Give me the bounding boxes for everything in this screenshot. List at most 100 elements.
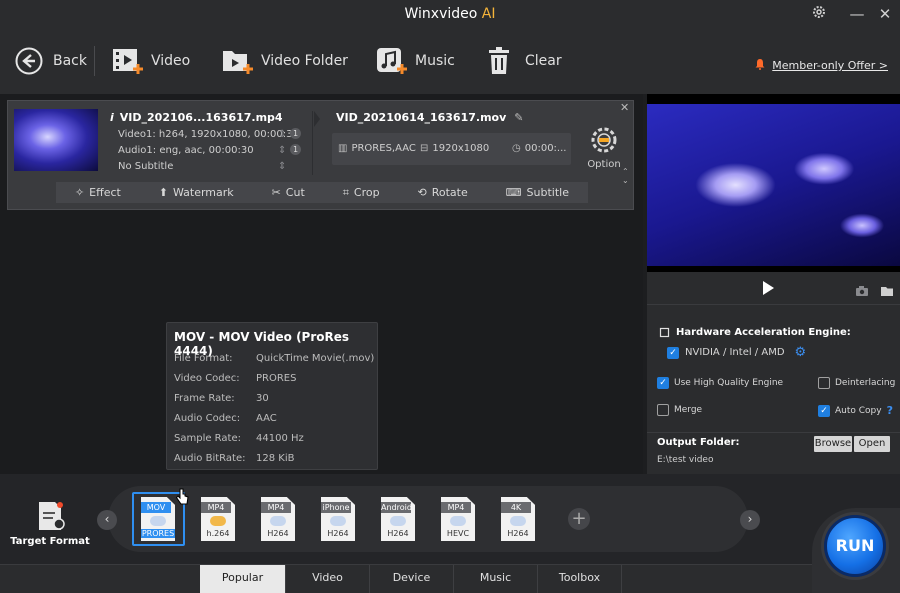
clock-icon: ◷ xyxy=(512,143,521,154)
format-4k-h264[interactable]: 4K H264 xyxy=(501,497,535,541)
hw-accel-checkbox[interactable]: ✓ xyxy=(667,346,679,359)
chip-icon xyxy=(659,323,670,342)
output-file-row: VID_20210614_163617.mov ✎ xyxy=(336,111,523,124)
help-icon[interactable]: ? xyxy=(887,404,893,417)
info-icon[interactable]: i xyxy=(110,111,114,124)
snapshot-camera-icon[interactable] xyxy=(855,282,869,301)
member-offer-text: Member-only Offer > xyxy=(772,59,888,72)
cut-button[interactable]: ✂ Cut xyxy=(272,186,305,199)
deinterlacing-option[interactable]: Deinterlacing xyxy=(818,377,895,389)
browse-button[interactable]: Browse xyxy=(814,436,852,452)
add-video-folder-button[interactable]: Video Folder xyxy=(222,44,348,78)
option-button[interactable]: Option xyxy=(586,125,622,170)
format-android-h264[interactable]: Android H264 xyxy=(381,497,415,541)
rename-pencil-icon[interactable]: ✎ xyxy=(514,111,523,124)
video-track-spinner-icon[interactable]: ⇕ xyxy=(278,129,286,140)
high-quality-option[interactable]: ✓ Use High Quality Engine xyxy=(657,377,783,389)
subtitle-track-spinner-icon[interactable]: ⇕ xyxy=(278,161,286,172)
video-track-info[interactable]: Video1: h264, 1920x1080, 00:00:30 xyxy=(118,129,299,140)
back-button[interactable]: Back xyxy=(14,44,87,78)
add-format-plus-icon[interactable]: + xyxy=(568,508,590,530)
tab-popular[interactable]: Popular xyxy=(200,565,286,593)
rotate-button[interactable]: ⟲ Rotate xyxy=(418,186,468,199)
auto-copy-label: Auto Copy xyxy=(835,405,882,416)
expand-chevron-icon[interactable]: ⌃ ⌄ xyxy=(622,167,629,185)
merge-option[interactable]: Merge xyxy=(657,404,702,416)
watermark-button[interactable]: ⬆ Watermark xyxy=(159,186,234,199)
add-video-button[interactable]: Video xyxy=(112,44,190,78)
cut-label: Cut xyxy=(285,186,305,199)
tab-device[interactable]: Device xyxy=(370,565,454,593)
format-mp4-h264-2[interactable]: MP4 H264 xyxy=(261,497,295,541)
music-label: Music xyxy=(415,53,455,69)
close-button[interactable]: ✕ xyxy=(874,4,896,24)
auto-copy-checkbox[interactable]: ✓ xyxy=(818,404,830,417)
format-prev-arrow-icon[interactable]: ‹ xyxy=(97,510,117,530)
format-sub: H264 xyxy=(507,529,529,538)
run-button[interactable]: RUN xyxy=(824,515,886,577)
app-title-ai: AI xyxy=(481,6,496,22)
format-mov-prores[interactable]: MOV PRORES xyxy=(141,497,175,541)
player-controls xyxy=(647,272,900,304)
film-strip-icon: ▥ xyxy=(338,143,348,154)
output-folder-path[interactable]: E:\test video xyxy=(657,455,713,465)
tabs-spacer xyxy=(0,565,200,593)
format-tag: MP4 xyxy=(201,502,231,513)
tooltip-key: Sample Rate: xyxy=(174,433,241,444)
target-format-button[interactable]: Target Format xyxy=(10,500,90,547)
auto-copy-option[interactable]: ✓ Auto Copy ? xyxy=(818,404,893,417)
subtitle-label: Subtitle xyxy=(526,186,569,199)
add-music-button[interactable]: Music xyxy=(376,44,455,78)
subtitle-button[interactable]: ⌨ Subtitle xyxy=(506,186,569,199)
back-label: Back xyxy=(53,53,87,69)
hw-accel-title: Hardware Acceleration Engine: xyxy=(676,327,851,338)
preview-frame xyxy=(647,104,900,266)
category-tabs: Popular Video Device Music Toolbox xyxy=(0,564,900,593)
subtitle-track-info[interactable]: No Subtitle xyxy=(118,161,173,172)
codec-gear-icon xyxy=(586,125,622,159)
audio-track-info[interactable]: Audio1: eng, aac, 00:00:30 xyxy=(118,145,254,156)
tooltip-row: Audio Codec: AAC xyxy=(174,413,277,424)
tooltip-value: 44100 Hz xyxy=(256,433,304,444)
format-next-arrow-icon[interactable]: › xyxy=(740,510,760,530)
snapshot-folder-icon[interactable] xyxy=(880,282,894,301)
remove-file-close-icon[interactable]: ✕ xyxy=(620,101,629,114)
minimize-button[interactable]: — xyxy=(846,4,868,24)
output-duration: ◷ 00:00:... xyxy=(512,143,566,154)
tab-music[interactable]: Music xyxy=(454,565,538,593)
crop-label: Crop xyxy=(353,186,380,199)
settings-gear-icon[interactable] xyxy=(808,4,830,24)
clear-button[interactable]: Clear xyxy=(486,44,562,78)
deinterlacing-checkbox[interactable] xyxy=(818,377,830,389)
hw-accel-option[interactable]: ✓ NVIDIA / Intel / AMD ⚙ xyxy=(667,345,806,360)
high-quality-checkbox[interactable]: ✓ xyxy=(657,377,669,389)
crop-button[interactable]: ⌗ Crop xyxy=(343,186,380,200)
member-offer-link[interactable]: Member-only Offer > xyxy=(754,58,888,73)
effect-button[interactable]: ✧ Effect xyxy=(75,186,121,199)
tab-video[interactable]: Video xyxy=(286,565,370,593)
open-folder-button[interactable]: Open xyxy=(854,436,890,452)
merge-checkbox[interactable] xyxy=(657,404,669,416)
format-mp4-hevc[interactable]: MP4 HEVC xyxy=(441,497,475,541)
audio-track-spinner-icon[interactable]: ⇕ xyxy=(278,145,286,156)
video-film-icon xyxy=(112,46,143,76)
hw-settings-gear-icon[interactable]: ⚙ xyxy=(795,345,807,360)
play-icon[interactable] xyxy=(761,280,775,300)
format-mp4-h264[interactable]: MP4 h.264 xyxy=(201,497,235,541)
tab-toolbox[interactable]: Toolbox xyxy=(538,565,622,593)
output-resolution-text: 1920x1080 xyxy=(432,143,490,154)
video-thumbnail[interactable] xyxy=(14,109,98,171)
format-codec-icon xyxy=(330,516,346,526)
format-codec-icon xyxy=(150,516,166,526)
output-codec-text: PRORES,AAC xyxy=(351,143,416,154)
format-tag: Android xyxy=(381,502,412,513)
target-format-label: Target Format xyxy=(10,536,90,547)
file-item-card[interactable]: i VID_202106...163617.mp4 Video1: h264, … xyxy=(7,100,634,210)
output-resolution: ⊟ 1920x1080 xyxy=(420,143,489,154)
format-iphone-h264[interactable]: iPhone H264 xyxy=(321,497,355,541)
output-duration-text: 00:00:... xyxy=(524,143,567,154)
app-title: Winxvideo AI xyxy=(0,0,900,28)
bell-icon xyxy=(754,58,766,73)
input-file-name: VID_202106...163617.mp4 xyxy=(119,111,283,124)
music-note-icon xyxy=(376,46,407,76)
